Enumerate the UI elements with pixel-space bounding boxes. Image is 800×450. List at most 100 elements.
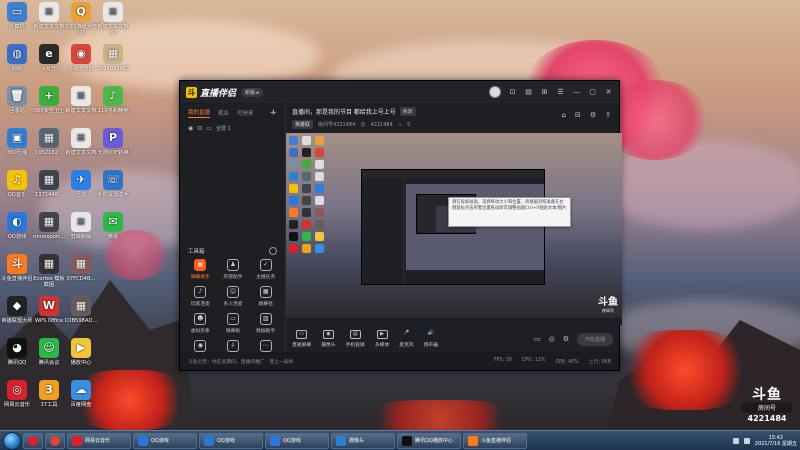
settings-icon[interactable]: ⚙ xyxy=(590,111,596,119)
taskbar-window-item[interactable]: 腾讯QQ播放中心 xyxy=(397,432,461,449)
grid-icon[interactable]: ⊞ xyxy=(540,88,549,97)
desktop-icon[interactable]: ◐ QQ游戏 xyxy=(0,212,34,240)
desktop-icon[interactable]: ▦ mmexport... xyxy=(32,212,66,240)
tool-item[interactable]: ☺ 多人连麦 xyxy=(217,286,250,307)
taskbar-window-item[interactable]: QQ游戏 xyxy=(133,432,197,449)
desktop-icon[interactable]: 斗斗鱼直播伴侣 xyxy=(0,254,34,282)
share-icon[interactable]: ⇪ xyxy=(605,111,611,119)
screen-capture-button[interactable]: ▭ 直播屏幕 xyxy=(292,330,311,348)
desktop-icon[interactable]: ≡ 新建文本文档 (2) xyxy=(96,2,130,36)
toolbox-settings-icon[interactable] xyxy=(269,247,277,255)
taskbar-pinned-app[interactable] xyxy=(45,432,65,449)
app-titlebar[interactable]: 斗 直播伴侣 新版 ▸ ⊡ ▤ ⊞ ☰ — ▢ ✕ xyxy=(180,81,619,103)
tool-item[interactable]: ✓ 主播任务 xyxy=(249,259,282,280)
desktop-icon[interactable]: ▦ 07FCD4B... xyxy=(64,254,98,282)
gear-icon[interactable]: ⚙ xyxy=(563,335,569,343)
tool-item[interactable]: ▭ 弹幕板 xyxy=(217,313,250,334)
desktop-icon-label: QQ游戏 xyxy=(7,234,27,240)
desktop-icon[interactable]: 🗑 回收站 xyxy=(0,86,34,114)
tab-trusted[interactable]: 可信来 xyxy=(237,109,254,117)
desktop-icon[interactable]: Q 5QQ游戏大厅 (2) xyxy=(64,2,98,36)
desktop-icon[interactable]: ☁ 百度网盘 xyxy=(64,380,98,408)
tray-volume-icon[interactable] xyxy=(743,437,750,444)
desktop-icon[interactable]: ▦ C0B598AD... xyxy=(64,296,98,324)
desktop-icon[interactable]: 3 37工具 xyxy=(32,380,66,408)
media-button[interactable]: ▶ 多媒体 xyxy=(375,330,389,348)
desktop-icon[interactable]: ≡ 新建文本文档 xyxy=(64,86,98,114)
scene-item[interactable]: ◉ ⊡ ▭ 全屏 1 xyxy=(180,121,285,136)
tab-my-live[interactable]: 我的直播 xyxy=(188,108,211,118)
record-icon[interactable]: ▭ xyxy=(534,335,541,343)
tool-item[interactable]: ▥ 数据助手 xyxy=(249,313,282,334)
desktop-icon[interactable]: ☏ 手机投屏助手 xyxy=(96,170,130,198)
taskbar-window-item[interactable]: 摄像头 xyxy=(331,432,395,449)
douyu-logo: 斗鱼 xyxy=(752,387,782,403)
desktop-icon-label: 360安全卫士 xyxy=(33,108,65,114)
taskbar-window-item[interactable]: 网易云音乐 xyxy=(67,432,131,449)
target-icon[interactable]: ◎ xyxy=(549,335,555,343)
speaker-button[interactable]: 🔊 扬声器 xyxy=(424,330,438,348)
message-icon[interactable]: ▤ xyxy=(524,88,533,97)
desktop-icon[interactable]: ♪ 110平和精英 xyxy=(96,86,130,114)
tab-audience[interactable]: 观众 xyxy=(218,109,229,117)
screen-icon[interactable]: ⊡ xyxy=(508,88,517,97)
tray-network-icon[interactable] xyxy=(732,437,739,444)
desktop-icon[interactable]: ☺ 腾讯会议 xyxy=(32,338,66,366)
menu-icon[interactable]: ☰ xyxy=(556,88,565,97)
desktop-icon[interactable]: ◕ 腾讯QQ xyxy=(0,338,34,366)
desktop-icon[interactable]: ▶ 播放中心 xyxy=(64,338,98,366)
desktop-icon[interactable]: ◉ 谷歌浏览器 xyxy=(64,44,98,72)
left-tabs: 我的直播 观众 可信来 + xyxy=(180,103,285,121)
eye-icon[interactable]: ◉ xyxy=(188,125,193,132)
user-avatar[interactable] xyxy=(489,86,501,98)
edit-title-button[interactable]: 修改 xyxy=(399,107,416,116)
desktop-icon[interactable]: P 无限PDF转换 xyxy=(96,128,130,156)
desktop-icon[interactable]: ≡ 新建文本文档 xyxy=(64,128,98,156)
desktop-icon[interactable]: ▦ 1564023b62 xyxy=(96,44,130,72)
desktop-icon[interactable]: ≡ 剪映新版 xyxy=(64,212,98,240)
tool-item[interactable]: ♟ 房管助手 xyxy=(217,259,250,280)
tool-item[interactable]: ☻ 虚拟形象 xyxy=(184,313,217,334)
add-scene-icon[interactable]: + xyxy=(269,108,277,118)
stream-preview[interactable]: 请在投屏画面，选择移动大小和位置，再根据对照准备在右侧鼠标点击所需位置拖动即可调… xyxy=(286,133,622,325)
microphone-button[interactable]: 🎤 麦克风 xyxy=(399,330,413,348)
taskbar-window-item[interactable]: 斗鱼直播伴侣 xyxy=(463,432,527,449)
close-icon[interactable]: ✕ xyxy=(604,88,613,97)
desktop-icon[interactable]: +360安全卫士 xyxy=(32,86,66,114)
desktop-icon[interactable]: W WPS Office xyxy=(32,296,66,324)
taskbar-pinned-app[interactable] xyxy=(23,432,43,449)
phone-cast-button[interactable]: ▤ 手机投屏 xyxy=(346,330,365,348)
desktop-icon[interactable]: ♫ QQ音乐 xyxy=(0,170,34,198)
tool-item[interactable]: ♪ 玩家连麦 xyxy=(184,286,217,307)
desktop-icon[interactable]: ▦ 1052182... xyxy=(32,128,66,156)
layout-icon[interactable]: ⊟ xyxy=(575,111,581,119)
desktop-icon[interactable]: ▣ 360压缩 xyxy=(0,128,34,156)
start-button[interactable] xyxy=(3,431,21,450)
desktop-icon[interactable]: ▭ 计算机 xyxy=(0,2,34,30)
taskbar-clock[interactable]: 15:42 2021/7/16 星期五 xyxy=(755,435,797,447)
desktop-icon[interactable]: ✈ 迅雷 xyxy=(64,170,98,198)
phone-icon: ▤ xyxy=(349,330,361,339)
camera-button[interactable]: ◉ 摄像头 xyxy=(321,330,336,348)
category-chip[interactable]: 英雄联 xyxy=(292,120,314,129)
nested-titlebar xyxy=(362,170,544,178)
taskbar-window-item[interactable]: QQ游戏 xyxy=(265,432,329,449)
version-badge[interactable]: 新版 ▸ xyxy=(241,87,264,97)
desktop-icon[interactable]: ≡ 新建文本文档 xyxy=(32,2,66,30)
lock-icon[interactable]: ⊡ xyxy=(197,125,202,132)
desktop-icon[interactable]: ◍ 网络 xyxy=(0,44,34,72)
tool-item[interactable]: ▦ 跳舞毯 xyxy=(249,286,282,307)
desktop-icon[interactable]: e e大开 xyxy=(32,44,66,72)
tool-item[interactable]: ▤ 弹幕助手 xyxy=(184,259,217,280)
desktop-icon[interactable]: ◎ 网易云音乐 xyxy=(0,380,34,408)
taskbar-window-item[interactable]: QQ游戏 xyxy=(199,432,263,449)
start-live-button[interactable]: 开始直播 xyxy=(576,332,613,346)
desktop-icon[interactable]: ▦ Ecortes 模板截图 xyxy=(32,254,66,288)
desktop-icon[interactable]: ◆ 英雄联盟大师 xyxy=(0,296,34,324)
maximize-icon[interactable]: ▢ xyxy=(588,88,597,97)
desktop-icon[interactable]: ✉ 微信 xyxy=(96,212,130,240)
home-icon[interactable]: ⌂ xyxy=(562,111,566,119)
desktop-icon[interactable]: ▦ 1371448... xyxy=(32,170,66,198)
minimize-icon[interactable]: — xyxy=(572,88,581,97)
app-icon: ≡ xyxy=(39,2,59,22)
